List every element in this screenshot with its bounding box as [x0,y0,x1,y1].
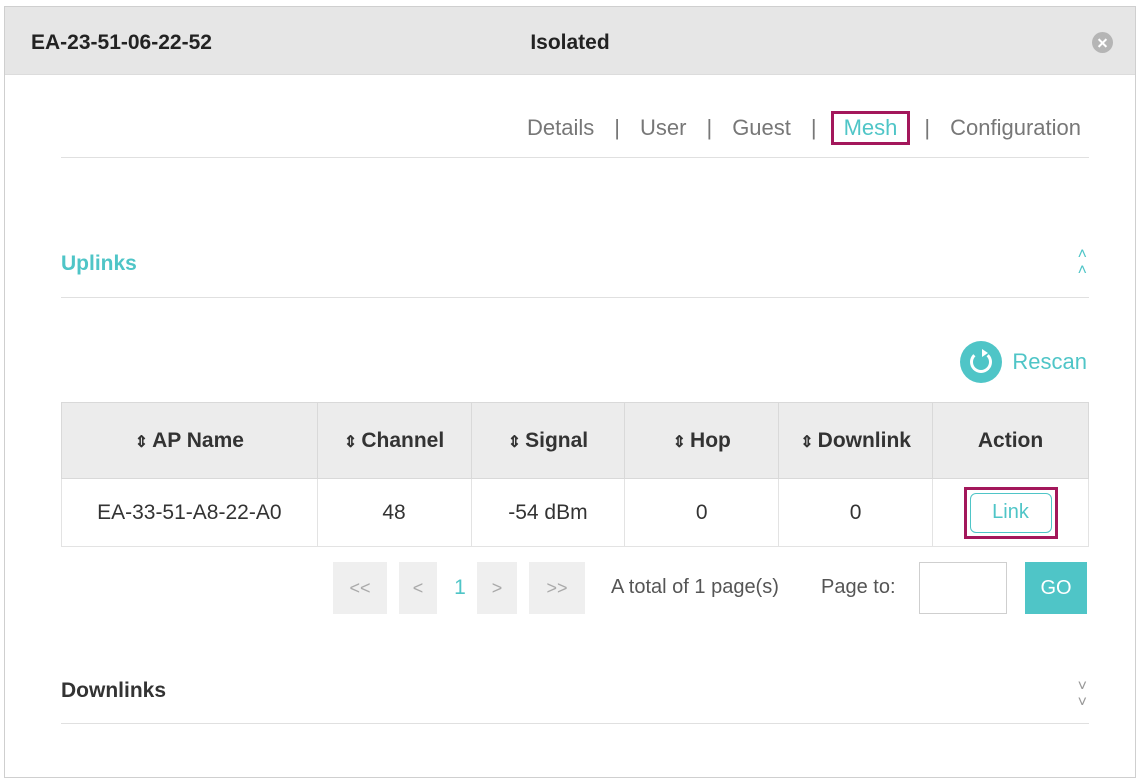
column-header-ap-name[interactable]: ⇕ AP Name [61,402,318,479]
column-header-channel[interactable]: ⇕ Channel [316,402,472,479]
rescan-label: Rescan [1012,349,1087,374]
last-page-button[interactable]: >> [529,562,585,614]
column-header-action: Action [932,402,1089,479]
cell-ap-name: EA-33-51-A8-22-A0 [61,478,318,547]
sort-icon: ⇕ [343,433,358,451]
tab-separator: | [810,115,817,140]
rescan-button[interactable]: Rescan [960,341,1087,383]
next-page-button[interactable]: > [477,562,517,614]
close-icon[interactable] [1092,32,1113,53]
table-row: EA-33-51-A8-22-A0 48 -54 dBm 0 0 Link [61,478,1089,547]
first-page-button[interactable]: << [333,562,387,614]
column-header-signal[interactable]: ⇕ Signal [470,402,626,479]
sort-icon: ⇕ [134,433,149,451]
page-to-label: Page to: [821,576,896,598]
double-chevron-down-icon[interactable]: ˅ ˅ [1078,679,1087,711]
cell-hop: 0 [624,478,780,547]
column-header-downlink[interactable]: ⇕ Downlink [778,402,934,479]
sort-icon: ⇕ [800,433,814,451]
tab-separator: | [614,115,621,140]
detail-tabs: Details | User | Guest | Mesh | Configur… [521,111,1087,145]
pagination: << < 1 > >> A total of 1 page(s) Page to… [5,562,1135,616]
total-pages-text: A total of 1 page(s) [611,576,779,598]
device-detail-dialog: EA-23-51-06-22-52 Isolated Details | Use… [4,6,1136,778]
device-name: EA-23-51-06-22-52 [31,31,212,54]
dialog-header: EA-23-51-06-22-52 Isolated [5,7,1135,75]
link-button[interactable]: Link [969,492,1052,533]
sort-icon: ⇕ [672,433,687,451]
prev-page-button[interactable]: < [399,562,437,614]
column-header-hop[interactable]: ⇕ Hop [624,402,780,479]
tab-mesh[interactable]: Mesh [830,111,911,145]
go-button[interactable]: GO [1025,562,1087,614]
table-header-row: ⇕ AP Name ⇕ Channel ⇕ Signal ⇕ Hop ⇕ Downlink… [61,402,1089,479]
cell-action: Link [932,478,1089,547]
tab-separator: | [924,115,931,140]
tabs-divider [61,157,1089,158]
cell-downlink: 0 [778,478,934,547]
uplinks-divider [61,297,1089,298]
tab-separator: | [706,115,713,140]
tab-user[interactable]: User [634,112,692,144]
link-highlight-frame: Link [963,486,1058,539]
downlinks-title: Downlinks [61,679,167,702]
uplinks-title: Uplinks [61,252,137,275]
sort-icon: ⇕ [507,433,522,451]
current-page-number[interactable]: 1 [445,562,475,614]
tab-configuration[interactable]: Configuration [944,112,1087,144]
uplinks-table: ⇕ AP Name ⇕ Channel ⇕ Signal ⇕ Hop ⇕ Downlink… [61,402,1089,547]
cell-signal: -54 dBm [470,478,626,547]
cell-channel: 48 [316,478,472,547]
refresh-icon [960,341,1003,383]
page-to-input[interactable] [919,562,1007,614]
downlinks-divider [61,723,1089,724]
tab-details[interactable]: Details [521,112,600,144]
double-chevron-up-icon[interactable]: ˄ ˄ [1078,247,1087,279]
tab-guest[interactable]: Guest [726,112,797,144]
